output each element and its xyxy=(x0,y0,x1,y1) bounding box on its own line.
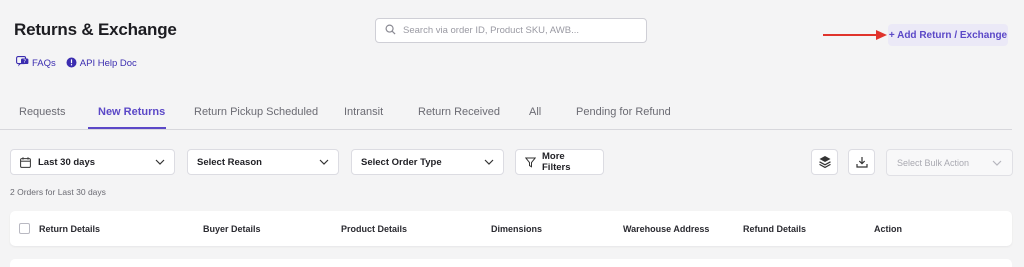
order-type-select[interactable]: Select Order Type xyxy=(351,149,504,175)
chevron-down-icon xyxy=(155,157,165,168)
download-button[interactable] xyxy=(848,149,875,175)
search-icon xyxy=(385,22,396,40)
date-range-value: Last 30 days xyxy=(38,156,96,168)
date-range-select[interactable]: Last 30 days xyxy=(10,149,175,175)
tab-intransit[interactable]: Intransit xyxy=(344,106,383,118)
table-header: Return Details Buyer Details Product Det… xyxy=(10,211,1012,246)
api-help-doc-label: API Help Doc xyxy=(79,58,137,69)
search-input[interactable] xyxy=(403,25,633,36)
tab-return-pickup-scheduled[interactable]: Return Pickup Scheduled xyxy=(194,106,318,118)
orders-count: 2 Orders for Last 30 days xyxy=(10,187,106,197)
more-filters-label: More Filters xyxy=(542,151,571,173)
svg-text:?: ? xyxy=(23,59,26,65)
page-title: Returns & Exchange xyxy=(14,20,177,39)
search-box[interactable] xyxy=(375,18,647,43)
more-filters-button[interactable]: More Filters xyxy=(515,149,604,175)
order-type-value: Select Order Type xyxy=(361,156,442,168)
tab-return-received[interactable]: Return Received xyxy=(418,106,500,118)
bulk-action-placeholder: Select Bulk Action xyxy=(897,157,970,168)
table-row xyxy=(10,259,1012,267)
faqs-link[interactable]: ? FAQs xyxy=(16,56,56,71)
add-return-exchange-button[interactable]: + Add Return / Exchange xyxy=(888,24,1008,46)
select-all-checkbox[interactable] xyxy=(19,223,30,234)
api-help-doc-link[interactable]: API Help Doc xyxy=(66,56,137,71)
tab-all[interactable]: All xyxy=(529,106,541,118)
chat-question-icon: ? xyxy=(16,56,29,71)
column-return-details: Return Details xyxy=(39,224,101,234)
reason-select[interactable]: Select Reason xyxy=(187,149,339,175)
tab-bar: Requests New Returns Return Pickup Sched… xyxy=(0,97,1012,130)
column-refund-details: Refund Details xyxy=(743,224,807,234)
column-dimensions: Dimensions xyxy=(491,224,543,234)
faqs-label: FAQs xyxy=(32,58,56,69)
tab-requests[interactable]: Requests xyxy=(19,106,65,118)
info-circle-icon xyxy=(66,57,77,71)
tab-pending-for-refund[interactable]: Pending for Refund xyxy=(576,106,671,118)
annotation-arrow-icon xyxy=(823,30,887,40)
bulk-action-select[interactable]: Select Bulk Action xyxy=(886,149,1013,176)
active-tab-indicator xyxy=(88,127,166,129)
layers-icon xyxy=(818,155,832,169)
column-buyer-details: Buyer Details xyxy=(203,224,261,234)
chevron-down-icon xyxy=(319,157,329,168)
column-product-details: Product Details xyxy=(341,224,408,234)
chevron-down-icon xyxy=(484,157,494,168)
column-action: Action xyxy=(874,224,902,234)
layers-button[interactable] xyxy=(811,149,838,175)
column-warehouse-address: Warehouse Address xyxy=(623,224,710,234)
chevron-down-icon xyxy=(992,158,1002,168)
download-icon xyxy=(855,156,868,168)
reason-value: Select Reason xyxy=(197,156,262,168)
funnel-icon xyxy=(525,157,536,168)
calendar-icon xyxy=(20,156,31,168)
tab-new-returns[interactable]: New Returns xyxy=(98,106,165,118)
help-links: ? FAQs API Help Doc xyxy=(16,56,137,71)
